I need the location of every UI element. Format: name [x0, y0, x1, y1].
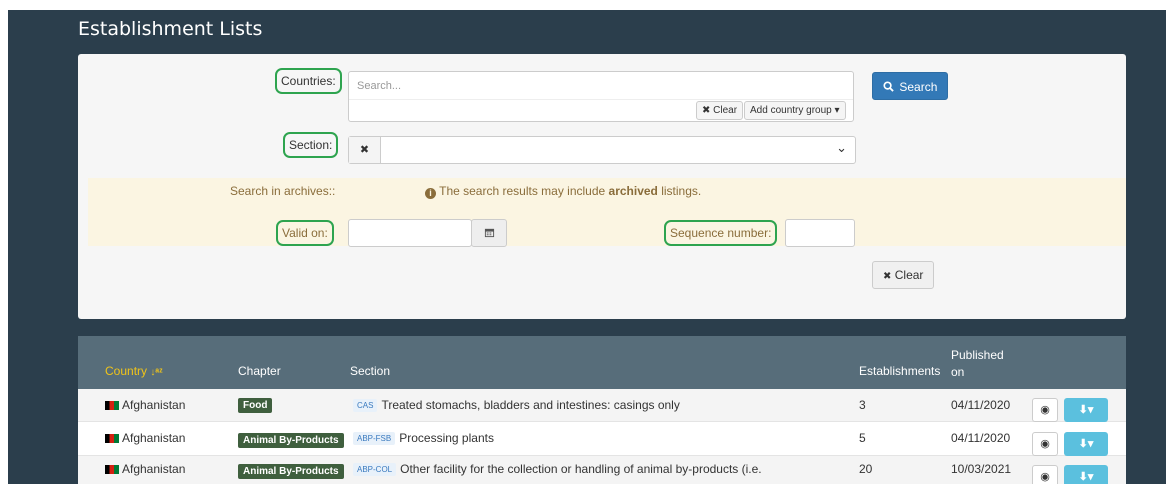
flag-icon: [105, 465, 119, 474]
download-button[interactable]: ⬇▾: [1064, 465, 1108, 484]
table-header: Country ↓ᵃᶻ Chapter Section Establishmen…: [78, 336, 1126, 389]
table-row: Afghanistan Animal By-Products ABP-FSB Pr…: [78, 423, 1126, 456]
eye-icon: ◉: [1040, 438, 1050, 450]
country-name: Afghanistan: [122, 398, 186, 412]
sort-alpha-icon: ↓ᵃᶻ: [150, 367, 163, 378]
flag-icon: [105, 434, 119, 443]
section-code-badge: ABP-COL: [353, 463, 397, 476]
chapter-cell: Animal By-Products: [238, 432, 344, 448]
chevron-down-icon: ⌄: [836, 140, 847, 155]
calendar-button[interactable]: [471, 219, 507, 247]
countries-input[interactable]: Search... ✖ Clear Add country group ▾: [348, 71, 854, 122]
clear-button-label: Clear: [894, 268, 924, 282]
section-cell: ABP-FSB Processing plants: [353, 431, 494, 445]
countries-placeholder: Search...: [357, 80, 402, 92]
download-icon: ⬇▾: [1078, 404, 1094, 416]
table-row: Afghanistan Food CAS Treated stomachs, bl…: [78, 389, 1126, 422]
column-header-establishments: Establishments: [859, 364, 941, 378]
archives-note-suffix: listings.: [657, 184, 702, 198]
search-icon: [883, 81, 894, 92]
download-icon: ⬇▾: [1078, 438, 1094, 450]
column-header-section: Section: [350, 364, 391, 378]
section-select[interactable]: ✖ ⌄: [348, 136, 856, 164]
results-table: Country ↓ᵃᶻ Chapter Section Establishmen…: [78, 336, 1126, 484]
chapter-cell: Food: [238, 397, 273, 413]
search-panel: Countries: Search... ✖ Clear Add country…: [78, 54, 1126, 319]
view-button[interactable]: ◉: [1032, 465, 1058, 484]
country-cell: Afghanistan: [105, 462, 185, 476]
published-line1: Published: [951, 348, 1004, 362]
calendar-icon: [484, 228, 494, 238]
add-country-group-button[interactable]: Add country group ▾: [744, 101, 846, 120]
search-button-label: Search: [899, 80, 938, 94]
country-cell: Afghanistan: [105, 431, 185, 445]
valid-on-input[interactable]: [348, 219, 472, 247]
section-text: Other facility for the collection or han…: [400, 462, 762, 476]
country-name: Afghanistan: [122, 462, 186, 476]
info-icon: i: [425, 188, 436, 199]
archives-note-bold: archived: [608, 184, 658, 198]
chapter-badge: Animal By-Products: [238, 464, 344, 479]
eye-icon: ◉: [1040, 404, 1050, 416]
published-cell: 04/11/2020: [951, 398, 1011, 412]
section-clear-button[interactable]: ✖: [349, 137, 381, 163]
establishments-cell: 3: [859, 398, 866, 412]
eye-icon: ◉: [1040, 471, 1050, 483]
archives-note: i The search results may include archive…: [425, 184, 701, 199]
chapter-badge: Food: [238, 398, 273, 413]
chapter-cell: Animal By-Products: [238, 463, 344, 479]
published-cell: 04/11/2020: [951, 431, 1011, 445]
archives-band: Search in archives:: i The search result…: [88, 178, 1126, 247]
section-text: Treated stomachs, bladders and intestine…: [381, 398, 680, 412]
section-cell: CAS Treated stomachs, bladders and intest…: [353, 398, 680, 412]
archives-label: Search in archives::: [230, 184, 336, 198]
download-button[interactable]: ⬇▾: [1064, 432, 1108, 456]
published-cell: 10/03/2021: [951, 462, 1012, 476]
country-name: Afghanistan: [122, 431, 186, 445]
column-header-chapter: Chapter: [238, 364, 281, 378]
section-code-badge: CAS: [353, 399, 378, 412]
clear-button[interactable]: ✖ Clear: [872, 261, 935, 289]
countries-label: Countries:: [275, 68, 342, 94]
establishments-cell: 5: [859, 431, 866, 445]
flag-icon: [105, 401, 119, 410]
country-cell: Afghanistan: [105, 398, 185, 412]
download-icon: ⬇▾: [1078, 471, 1094, 483]
column-header-country[interactable]: Country ↓ᵃᶻ: [105, 364, 163, 378]
published-line2: on: [951, 365, 965, 379]
search-button[interactable]: Search: [872, 72, 949, 100]
view-button[interactable]: ◉: [1032, 432, 1058, 456]
column-header-published: Published on: [951, 347, 1004, 381]
download-button[interactable]: ⬇▾: [1064, 398, 1108, 422]
valid-on-label: Valid on:: [276, 220, 334, 246]
section-label: Section:: [283, 132, 339, 158]
sequence-number-input[interactable]: [785, 219, 855, 247]
section-cell: ABP-COL Other facility for the collection…: [353, 462, 762, 476]
page-title: Establishment Lists: [78, 18, 263, 40]
countries-clear-button[interactable]: ✖ Clear: [696, 101, 744, 120]
table-row: Afghanistan Animal By-Products ABP-COL Ot…: [78, 456, 1126, 484]
view-button[interactable]: ◉: [1032, 398, 1058, 422]
archives-note-prefix: The search results may include: [439, 184, 609, 198]
sequence-number-label: Sequence number:: [664, 220, 778, 246]
section-code-badge: ABP-FSB: [353, 432, 396, 445]
app-window: Establishment Lists Countries: Search...…: [8, 10, 1166, 484]
establishments-cell: 20: [859, 462, 873, 476]
section-text: Processing plants: [399, 431, 494, 445]
close-icon: ✖: [883, 271, 892, 282]
chapter-badge: Animal By-Products: [238, 433, 344, 448]
country-header-label: Country: [105, 364, 148, 378]
